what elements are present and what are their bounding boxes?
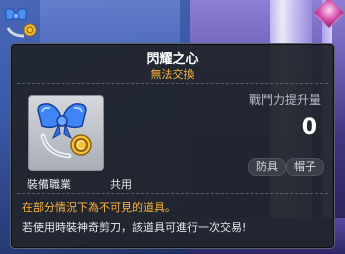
game-screen: 閃耀之心 無法交換 裝備職業 共用 戰鬥力提升量 0 防具 帽子 在部分情況下為… (0, 0, 345, 254)
item-icon-frame (28, 95, 104, 171)
power-increase-label: 戰鬥力提升量 (248, 93, 321, 107)
category-tag-hat: 帽子 (286, 158, 324, 176)
equip-job-value: 共用 (110, 178, 132, 191)
item-name: 閃耀之心 (146, 52, 199, 67)
divider (17, 193, 328, 194)
background-streak (40, 0, 180, 45)
item-tooltip: 閃耀之心 無法交換 裝備職業 共用 戰鬥力提升量 0 防具 帽子 在部分情況下為… (10, 43, 335, 249)
category-tag-armor: 防具 (248, 158, 286, 176)
heart-bow-headband-icon (37, 103, 92, 159)
trade-scissors-notice: 若使用時裝神奇剪刀，該道具可進行一次交易! (22, 221, 247, 234)
heart-bow-mini-icon (5, 8, 37, 38)
invisible-item-notice: 在部分情況下為不可見的道具。 (22, 201, 176, 214)
equip-job-label: 裝備職業 (27, 178, 71, 191)
power-increase-value: 0 (301, 115, 317, 140)
hovered-item-icon[interactable] (2, 6, 40, 40)
divider (17, 83, 328, 84)
trade-status: 無法交換 (150, 68, 195, 81)
